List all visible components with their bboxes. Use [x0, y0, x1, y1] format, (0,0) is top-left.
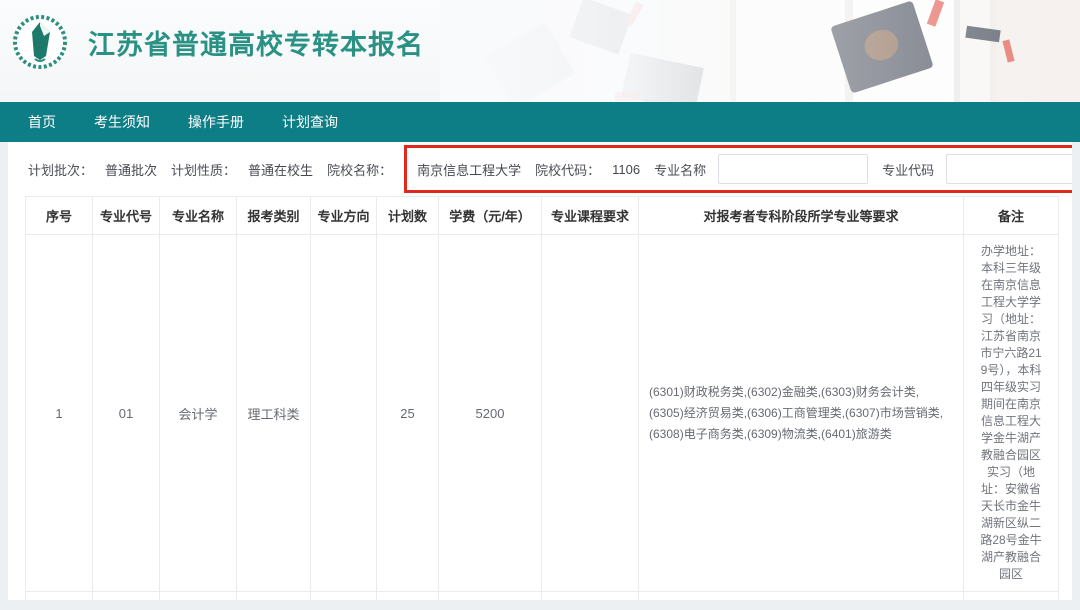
- cell-seq: 1: [26, 235, 93, 592]
- cell-exam-category: 理工科类: [237, 235, 311, 592]
- nav-item-home[interactable]: 首页: [14, 102, 70, 142]
- school-code-value: 1106: [612, 162, 640, 177]
- school-name-value: 南京信息工程大学: [417, 160, 521, 179]
- cell-course-req: [542, 592, 639, 601]
- col-header-major-code: 专业代号: [93, 197, 160, 235]
- col-header-plan-count: 计划数: [377, 197, 439, 235]
- plan-nature-value: 普通在校生: [248, 160, 313, 179]
- cell-remark: 办学地址：本科三年级: [964, 592, 1059, 601]
- cell-remark: 办学地址：本科三年级在南京信息工程大学学习（地址：江苏省南京市宁六路219号），…: [964, 235, 1059, 592]
- col-header-tuition: 学费（元/年）: [439, 197, 542, 235]
- site-logo-emblem-icon: [10, 12, 70, 72]
- major-code-label: 专业代码: [882, 160, 934, 179]
- major-code-input[interactable]: [946, 154, 1072, 184]
- col-header-direction: 专业方向: [311, 197, 377, 235]
- table-row: 1 01 会计学 理工科类 25 5200 (6301)财政税务类,(6302)…: [26, 235, 1059, 592]
- main-nav: 首页 考生须知 操作手册 计划查询: [0, 102, 1080, 142]
- filter-bar: 计划批次： 普通批次 计划性质： 普通在校生 院校名称： 南京信息工程大学 院校…: [8, 142, 1072, 196]
- cell-seq: [26, 592, 93, 601]
- col-header-exam-category: 报考类别: [237, 197, 311, 235]
- site-brand: 江苏省普通高校专转本报名: [10, 12, 424, 72]
- plan-nature-label: 计划性质：: [171, 160, 236, 179]
- annotation-highlight-box: 南京信息工程大学 院校代码： 1106 专业名称 专业代码: [404, 145, 1072, 193]
- cell-direction: [311, 235, 377, 592]
- nav-item-plan-query[interactable]: 计划查询: [268, 102, 352, 142]
- nav-item-candidate-notice[interactable]: 考生须知: [80, 102, 164, 142]
- graduation-photo: [440, 0, 1080, 102]
- plan-table: 序号 专业代号 专业名称 报考类别 专业方向 计划数 学费（元/年） 专业课程要…: [25, 196, 1059, 600]
- cell-college-major-req: (6301)财政税务类,(6302)金融类,(6303)财务会计类,(6305)…: [639, 235, 964, 592]
- photo-fade-overlay: [440, 0, 1080, 102]
- col-header-remark: 备注: [964, 197, 1059, 235]
- major-name-input[interactable]: [718, 154, 868, 184]
- nav-item-manual[interactable]: 操作手册: [174, 102, 258, 142]
- school-name-label: 院校名称：: [327, 160, 392, 179]
- cell-tuition: 5200: [439, 235, 542, 592]
- cell-major-code: [93, 592, 160, 601]
- col-header-major-name: 专业名称: [160, 197, 237, 235]
- page-header: 江苏省普通高校专转本报名: [0, 0, 1080, 102]
- table-header-row: 序号 专业代号 专业名称 报考类别 专业方向 计划数 学费（元/年） 专业课程要…: [26, 197, 1059, 235]
- cell-direction: [311, 592, 377, 601]
- cell-plan-count: [377, 592, 439, 601]
- cell-major-name: 会计学: [160, 235, 237, 592]
- content-card: 计划批次： 普通批次 计划性质： 普通在校生 院校名称： 南京信息工程大学 院校…: [8, 142, 1072, 600]
- col-header-seq: 序号: [26, 197, 93, 235]
- plan-batch-value: 普通批次: [105, 160, 157, 179]
- cell-exam-category: [237, 592, 311, 601]
- school-code-label: 院校代码：: [535, 160, 600, 179]
- table-row: 办学地址：本科三年级: [26, 592, 1059, 601]
- cell-major-name: [160, 592, 237, 601]
- col-header-course-req: 专业课程要求: [542, 197, 639, 235]
- major-name-label: 专业名称: [654, 160, 706, 179]
- cell-major-code: 01: [93, 235, 160, 592]
- cell-plan-count: 25: [377, 235, 439, 592]
- page-title: 江苏省普通高校专转本报名: [88, 23, 424, 62]
- col-header-college-major-req: 对报考者专科阶段所学专业等要求: [639, 197, 964, 235]
- cell-course-req: [542, 235, 639, 592]
- cell-college-major-req: [639, 592, 964, 601]
- cell-tuition: [439, 592, 542, 601]
- plan-batch-label: 计划批次：: [28, 160, 93, 179]
